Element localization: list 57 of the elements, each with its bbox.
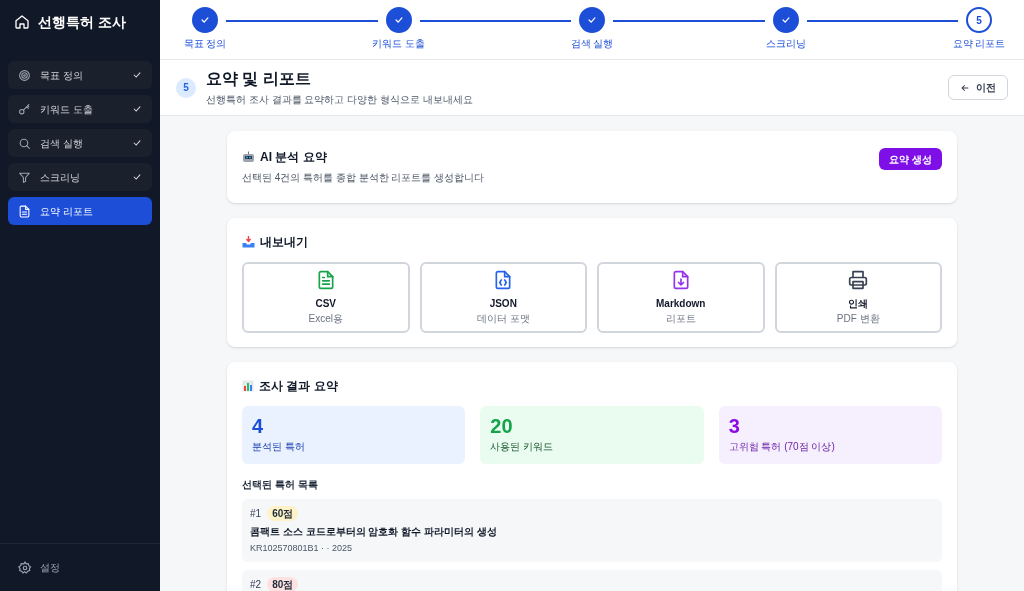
export-option[interactable]: 인쇄 PDF 변환 (774, 262, 942, 333)
patent-title: 콤팩트 소스 코드로부터의 암호화 함수 파라미터의 생성 (250, 525, 498, 539)
search-icon (18, 136, 31, 150)
target-icon (18, 68, 31, 82)
step-label: 키워드 도출 (372, 37, 425, 51)
check-icon (200, 15, 210, 25)
home-icon (14, 14, 30, 30)
stat-value: 4 (252, 416, 265, 436)
page-subtitle: 선행특허 조사 결과를 요약하고 다양한 형식으로 내보내세요 (206, 92, 473, 107)
app-title: 선행특허 조사 (38, 12, 126, 32)
step-badge: 5 (176, 77, 196, 98)
card-description: 선택된 4건의 특허를 종합 분석한 리포트를 생성합니다 (242, 171, 485, 185)
sidebar-item[interactable]: 검색 실행 (8, 129, 152, 157)
check-icon (780, 15, 791, 25)
card-title: 조사 결과 요약 (259, 378, 338, 395)
sidebar-item[interactable]: 요약 리포트 (8, 197, 152, 225)
sidebar-item[interactable]: 스크리닝 (8, 163, 152, 191)
robot-icon (242, 151, 255, 163)
stat-label: 분석된 특허 (252, 440, 306, 454)
stat-value: 3 (728, 416, 741, 436)
stat-label: 사용된 키워드 (490, 440, 555, 454)
code-file-icon (493, 269, 514, 290)
filter-icon (18, 170, 31, 184)
step-label: 목표 정의 (183, 37, 227, 51)
card-title: 내보내기 (260, 234, 308, 251)
inbox-tray-icon (242, 236, 255, 248)
score-badge: 80점 (267, 576, 299, 591)
stat-label: 고위험 특허 (70점 이상) (728, 440, 836, 454)
patent-item[interactable]: #1 60점 콤팩트 소스 코드로부터의 암호화 함수 파라미터의 생성 KR102570801B1 · · 2025 (242, 499, 942, 562)
patent-item[interactable]: #2 80점 (242, 569, 942, 591)
check-icon (587, 15, 597, 25)
document-icon (18, 204, 31, 218)
patent-meta: KR102570801B1 · · 2025 (250, 542, 354, 555)
bar-chart-icon (242, 380, 254, 392)
printer-icon (848, 269, 869, 290)
back-button[interactable]: 이전 (948, 75, 1008, 100)
card-title: AI 분석 요약 (260, 149, 327, 166)
export-option[interactable]: CSV Excel용 (242, 262, 410, 333)
step-label: 스크리닝 (765, 37, 806, 51)
score-badge: 60점 (267, 506, 299, 521)
export-option[interactable]: JSON 데이터 포맷 (419, 262, 587, 333)
arrow-left-icon (960, 82, 970, 93)
page-title: 요약 및 리포트 (206, 68, 312, 89)
export-option[interactable]: Markdown 리포트 (597, 262, 765, 333)
settings-link[interactable]: 설정 (40, 560, 60, 575)
patent-index: #2 (250, 577, 262, 591)
step-label: 검색 실행 (570, 37, 614, 51)
list-title: 선택된 특허 목록 (242, 478, 319, 492)
key-icon (18, 102, 31, 116)
sidebar-item[interactable]: 목표 정의 (8, 61, 152, 89)
stat-value: 20 (490, 416, 514, 436)
generate-summary-button[interactable]: 요약 생성 (879, 148, 942, 170)
patent-index: #1 (250, 507, 262, 521)
check-icon (393, 15, 404, 25)
settings-icon[interactable] (18, 560, 32, 575)
step-label: 요약 리포트 (952, 37, 1006, 51)
sidebar-item[interactable]: 키워드 도출 (8, 95, 152, 123)
